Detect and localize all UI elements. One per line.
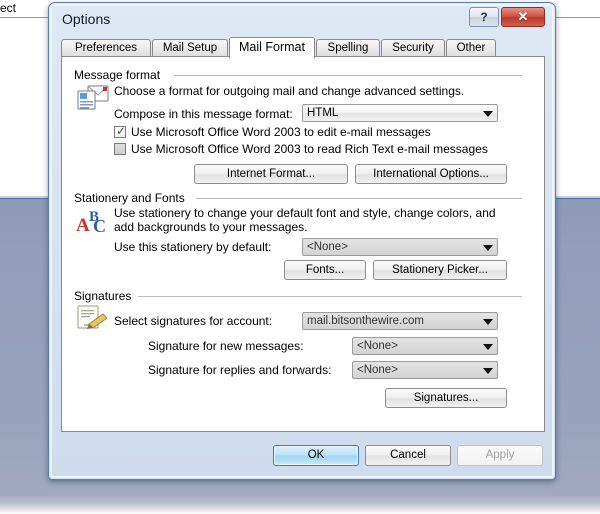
message-format-description: Choose a format for outgoing mail and ch… — [114, 84, 465, 98]
signature-account-label: Select signatures for account: — [114, 314, 273, 328]
desktop-background-footer-strip — [0, 496, 600, 514]
tab-security[interactable]: Security — [381, 39, 445, 57]
signature-replies-combobox[interactable]: <None> — [352, 361, 498, 379]
checkbox-word-read[interactable] — [114, 143, 126, 155]
chevron-down-icon — [483, 245, 493, 251]
signature-new-messages-value: <None> — [357, 340, 398, 352]
dialog-title: Options — [62, 11, 111, 27]
cancel-button[interactable]: Cancel — [365, 445, 451, 466]
help-icon[interactable]: ? — [469, 7, 499, 27]
stationery-default-combobox[interactable]: <None> — [302, 238, 498, 256]
check-mark-icon: ✓ — [116, 124, 127, 138]
compose-format-label: Compose in this message format: — [114, 107, 293, 121]
stationery-description: Use stationery to change your default fo… — [114, 206, 496, 234]
checkbox-word-edit[interactable]: ✓ — [114, 124, 127, 138]
checkbox-word-read-label: Use Microsoft Office Word 2003 to read R… — [131, 142, 488, 156]
mail-format-icon — [76, 82, 110, 112]
signature-pen-icon — [76, 303, 110, 333]
group-rule-stationery-fonts — [196, 198, 522, 199]
group-label-signatures: Signatures — [74, 289, 137, 303]
chevron-down-icon — [483, 111, 493, 117]
checkbox-row-word-edit[interactable]: ✓ Use Microsoft Office Word 2003 to edit… — [114, 125, 431, 139]
apply-button: Apply — [457, 445, 543, 466]
chevron-down-icon — [483, 368, 493, 374]
tab-other[interactable]: Other — [446, 39, 496, 57]
tab-strip: Preferences Mail Setup Mail Format Spell… — [61, 37, 545, 59]
mail-format-tab-panel: Message format Choose a format for outgo… — [61, 56, 545, 432]
checkbox-word-edit-label: Use Microsoft Office Word 2003 to edit e… — [131, 125, 431, 139]
dialog-titlebar[interactable]: Options ? ✕ — [49, 3, 555, 37]
group-label-stationery-fonts: Stationery and Fonts — [74, 191, 190, 205]
signature-new-messages-combobox[interactable]: <None> — [352, 337, 498, 355]
background-subject-text-fragment: ect — [0, 1, 17, 15]
stationery-picker-button[interactable]: Stationery Picker... — [373, 260, 507, 280]
close-icon[interactable]: ✕ — [501, 7, 545, 27]
tab-spelling[interactable]: Spelling — [316, 39, 380, 57]
international-options-button[interactable]: International Options... — [355, 164, 507, 184]
dialog-button-bar: OK Cancel Apply — [61, 441, 545, 469]
tab-mail-format[interactable]: Mail Format — [229, 37, 315, 59]
tab-preferences[interactable]: Preferences — [61, 39, 151, 57]
ok-button[interactable]: OK — [273, 445, 359, 466]
svg-text:C: C — [93, 216, 106, 235]
internet-format-button[interactable]: Internet Format... — [194, 164, 348, 184]
signature-new-messages-label: Signature for new messages: — [148, 339, 304, 353]
compose-format-value: HTML — [307, 107, 339, 119]
stationery-default-value: <None> — [307, 241, 348, 253]
checkbox-row-word-read[interactable]: Use Microsoft Office Word 2003 to read R… — [114, 142, 488, 156]
chevron-down-icon — [483, 344, 493, 350]
tab-mail-setup[interactable]: Mail Setup — [152, 39, 228, 57]
group-label-message-format: Message format — [74, 68, 166, 82]
signature-replies-value: <None> — [357, 364, 398, 376]
fonts-button[interactable]: Fonts... — [284, 260, 366, 280]
abc-stationery-icon: A B C — [76, 205, 110, 236]
group-rule-message-format — [174, 75, 522, 76]
group-rule-signatures — [138, 296, 522, 297]
svg-text:A: A — [76, 215, 90, 235]
options-dialog: Options ? ✕ Preferences Mail Setup Mail … — [48, 2, 556, 480]
compose-format-combobox[interactable]: HTML — [302, 104, 498, 122]
signatures-button[interactable]: Signatures... — [385, 388, 507, 408]
chevron-down-icon — [483, 319, 493, 325]
stationery-default-label: Use this stationery by default: — [114, 240, 272, 254]
signature-replies-label: Signature for replies and forwards: — [148, 363, 332, 377]
signature-account-value: mail.bitsonthewire.com — [307, 315, 424, 327]
signature-account-combobox[interactable]: mail.bitsonthewire.com — [302, 312, 498, 330]
